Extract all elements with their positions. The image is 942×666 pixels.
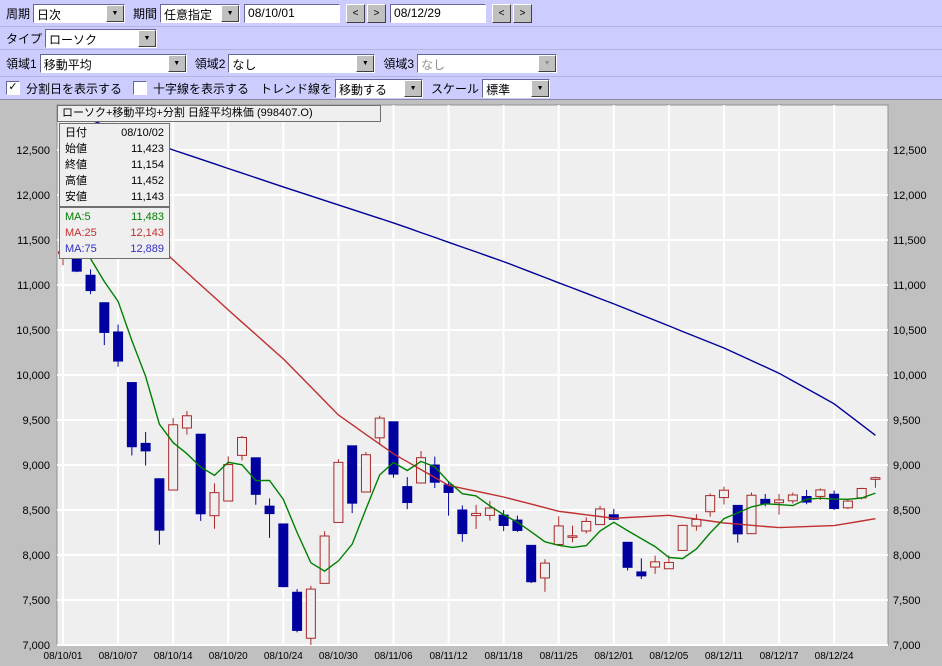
chevron-down-icon[interactable]: ▼ (404, 80, 422, 97)
y-axis-label-left: 11,000 (17, 280, 50, 292)
range-label: 期間 (133, 5, 157, 22)
x-axis-label: 08/10/07 (99, 651, 138, 662)
y-axis-label-left: 9,500 (22, 415, 50, 427)
period-label: 周期 (6, 5, 30, 22)
info-row: 終値11,154 (60, 157, 169, 173)
chevron-down-icon[interactable]: ▼ (168, 55, 186, 72)
y-axis-label-left: 10,000 (16, 370, 50, 382)
chevron-down-icon[interactable]: ▼ (356, 55, 374, 72)
toolbar-row-type: タイプ ローソク ▼ (0, 27, 942, 50)
crosshair-label: 十字線を表示する (153, 80, 249, 97)
x-axis-label: 08/12/01 (594, 651, 633, 662)
date-from-prev-button[interactable]: < (346, 4, 365, 23)
x-axis-label: 08/10/01 (44, 651, 83, 662)
info-row: 日付08/10/02 (60, 125, 169, 141)
type-label: タイプ (6, 30, 42, 47)
y-axis-label-left: 8,500 (22, 505, 50, 517)
date-to-next-button[interactable]: > (513, 4, 532, 23)
y-axis-label-right: 10,500 (893, 325, 927, 337)
type-value: ローソク (46, 30, 138, 47)
y-axis-label-left: 12,500 (16, 145, 50, 157)
info-row: 始値11,423 (60, 141, 169, 157)
area2-label: 領域2 (195, 55, 226, 72)
info-row: MA:511,483 (60, 209, 169, 225)
y-axis-label-right: 7,000 (893, 640, 921, 652)
scale-label: スケール (431, 80, 479, 97)
y-axis-label-right: 9,500 (893, 415, 921, 427)
y-axis-label-left: 11,500 (17, 235, 50, 247)
y-axis-label-right: 9,000 (893, 460, 921, 472)
chart-title: ローソク+移動平均+分割 日経平均株価 (998407.O) (57, 105, 381, 122)
date-to-input[interactable] (390, 4, 486, 23)
x-axis-label: 08/12/05 (649, 651, 688, 662)
chevron-down-icon[interactable]: ▼ (106, 5, 124, 22)
info-row: MA:2512,143 (60, 225, 169, 241)
range-select[interactable]: 任意指定 ▼ (160, 4, 240, 23)
x-axis-label: 08/12/11 (705, 651, 744, 662)
y-axis-label-right: 12,000 (893, 190, 927, 202)
info-row: MA:7512,889 (60, 241, 169, 257)
area3-value: なし (418, 55, 538, 72)
scale-select[interactable]: 標準 ▼ (482, 79, 550, 98)
y-axis-label-left: 8,000 (22, 550, 50, 562)
date-from-input[interactable] (244, 4, 340, 23)
y-axis-label-left: 12,000 (16, 190, 50, 202)
area1-label: 領域1 (6, 55, 37, 72)
x-axis-label: 08/12/17 (760, 651, 799, 662)
type-select[interactable]: ローソク ▼ (45, 29, 157, 48)
ma-panel: MA:511,483MA:2512,143MA:7512,889 (59, 207, 170, 259)
trend-value: 移動する (336, 80, 404, 97)
y-axis-label-left: 10,500 (16, 325, 50, 337)
info-row: 安値11,143 (60, 189, 169, 205)
date-to-prev-button[interactable]: < (492, 4, 511, 23)
y-axis-label-left: 7,500 (22, 595, 50, 607)
date-from-next-button[interactable]: > (367, 4, 386, 23)
x-axis-label: 08/11/25 (540, 651, 579, 662)
area1-value: 移動平均 (41, 55, 168, 72)
toolbar-row-areas: 領域1 移動平均 ▼ 領域2 なし ▼ 領域3 なし ▼ (0, 50, 942, 77)
x-axis-label: 08/10/14 (154, 651, 193, 662)
y-axis-label-right: 8,000 (893, 550, 921, 562)
toolbar-row-period: 周期 日次 ▼ 期間 任意指定 ▼ < > < > (0, 0, 942, 27)
period-select[interactable]: 日次 ▼ (33, 4, 125, 23)
y-axis-label-right: 7,500 (893, 595, 921, 607)
info-row: 高値11,452 (60, 173, 169, 189)
y-axis-label-left: 9,000 (22, 460, 50, 472)
area3-label: 領域3 (383, 55, 414, 72)
y-axis-label-right: 11,000 (893, 280, 926, 292)
crosshair-checkbox[interactable] (133, 81, 147, 95)
x-axis-label: 08/10/20 (209, 651, 248, 662)
chevron-down-icon: ▼ (538, 55, 556, 72)
x-axis-label: 08/12/24 (815, 651, 854, 662)
x-axis-label: 08/10/30 (319, 651, 358, 662)
chevron-down-icon[interactable]: ▼ (138, 30, 156, 47)
area2-select[interactable]: なし ▼ (228, 54, 375, 73)
area1-select[interactable]: 移動平均 ▼ (40, 54, 187, 73)
chevron-down-icon[interactable]: ▼ (221, 5, 239, 22)
chevron-down-icon[interactable]: ▼ (531, 80, 549, 97)
y-axis-label-right: 10,000 (893, 370, 927, 382)
trend-select[interactable]: 移動する ▼ (335, 79, 423, 98)
area2-value: なし (229, 55, 356, 72)
x-axis-label: 08/11/12 (429, 651, 468, 662)
trend-line-label: トレンド線を (260, 80, 332, 97)
x-axis-label: 08/11/06 (374, 651, 413, 662)
toolbar-row-options: ✓ 分割日を表示する 十字線を表示する トレンド線を 移動する ▼ スケール 標… (0, 77, 942, 100)
stock-chart-window: 周期 日次 ▼ 期間 任意指定 ▼ < > < > タイプ ローソク ▼ (0, 0, 942, 666)
y-axis-label-right: 11,500 (893, 235, 926, 247)
range-value: 任意指定 (161, 5, 221, 22)
x-axis-label: 08/10/24 (264, 651, 303, 662)
split-day-checkbox[interactable]: ✓ (6, 81, 20, 95)
x-axis-label: 08/11/18 (485, 651, 524, 662)
scale-value: 標準 (483, 80, 531, 97)
ohlc-panel: 日付08/10/02始値11,423終値11,154高値11,452安値11,1… (59, 123, 170, 207)
period-value: 日次 (34, 5, 106, 22)
split-day-label: 分割日を表示する (26, 80, 122, 97)
toolbar: 周期 日次 ▼ 期間 任意指定 ▼ < > < > タイプ ローソク ▼ (0, 0, 942, 100)
y-axis-label-right: 12,500 (893, 145, 927, 157)
area3-select: なし ▼ (417, 54, 557, 73)
chart-area[interactable]: 12,500 12,500 12,000 12,000 11,500 11,500 11,0… (0, 100, 942, 666)
y-axis-label-right: 8,500 (893, 505, 921, 517)
